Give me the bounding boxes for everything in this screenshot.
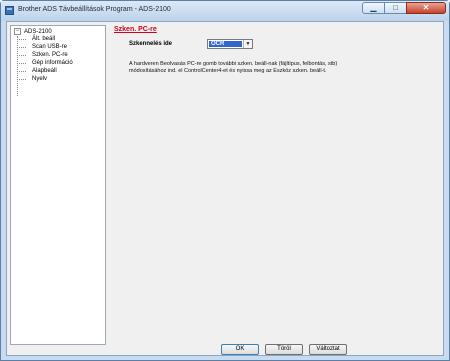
- minimize-button[interactable]: ▁: [362, 2, 385, 14]
- delete-button[interactable]: Töröl: [265, 344, 303, 355]
- collapse-icon[interactable]: −: [14, 28, 21, 35]
- tree-item-general-settings[interactable]: Ált. beáll: [17, 35, 73, 43]
- window-title: Brother ADS Távbeállítások Program - ADS…: [18, 6, 171, 13]
- maximize-button[interactable]: □: [384, 2, 407, 14]
- description-text: A hardveren Beolvasás PC-re gomb további…: [129, 61, 338, 74]
- tree-item-scan-to-usb[interactable]: Scan USB-re: [17, 43, 73, 51]
- button-bar: OK Töröl Változtat: [7, 343, 443, 355]
- scan-to-value[interactable]: OCR: [209, 41, 242, 47]
- window-controls: ▁ □ ✕: [362, 2, 446, 14]
- app-icon: [5, 6, 14, 15]
- client-area: − ADS-2100 Ált. beáll Scan USB-re Szken.…: [6, 21, 444, 356]
- settings-panel: Szken. PC-re Szkennelés ide OCR ▼ A hard…: [111, 22, 441, 342]
- tree-root-label[interactable]: ADS-2100: [24, 29, 52, 35]
- section-title: Szken. PC-re: [114, 26, 157, 33]
- tree-items: Ált. beáll Scan USB-re Szken. PC-re Gép …: [17, 35, 73, 83]
- ok-button[interactable]: OK: [221, 344, 259, 355]
- dropdown-arrow-icon[interactable]: ▼: [243, 40, 252, 48]
- tree-root[interactable]: − ADS-2100: [14, 28, 52, 35]
- title-bar[interactable]: Brother ADS Távbeállítások Program - ADS…: [1, 1, 449, 21]
- scan-to-label: Szkennelés ide: [129, 41, 173, 47]
- scan-to-select[interactable]: OCR ▼: [207, 39, 253, 49]
- app-window: Brother ADS Távbeállítások Program - ADS…: [0, 0, 450, 361]
- tree-item-scan-to-pc[interactable]: Szken. PC-re: [17, 51, 73, 59]
- tree-item-language[interactable]: Nyelv: [17, 75, 73, 83]
- close-button[interactable]: ✕: [406, 2, 446, 14]
- tree-item-initial-setup[interactable]: Alapbeáll: [17, 67, 73, 75]
- change-button[interactable]: Változtat: [309, 344, 347, 355]
- tree-item-machine-info[interactable]: Gép információ: [17, 59, 73, 67]
- settings-tree: − ADS-2100 Ált. beáll Scan USB-re Szken.…: [10, 25, 106, 345]
